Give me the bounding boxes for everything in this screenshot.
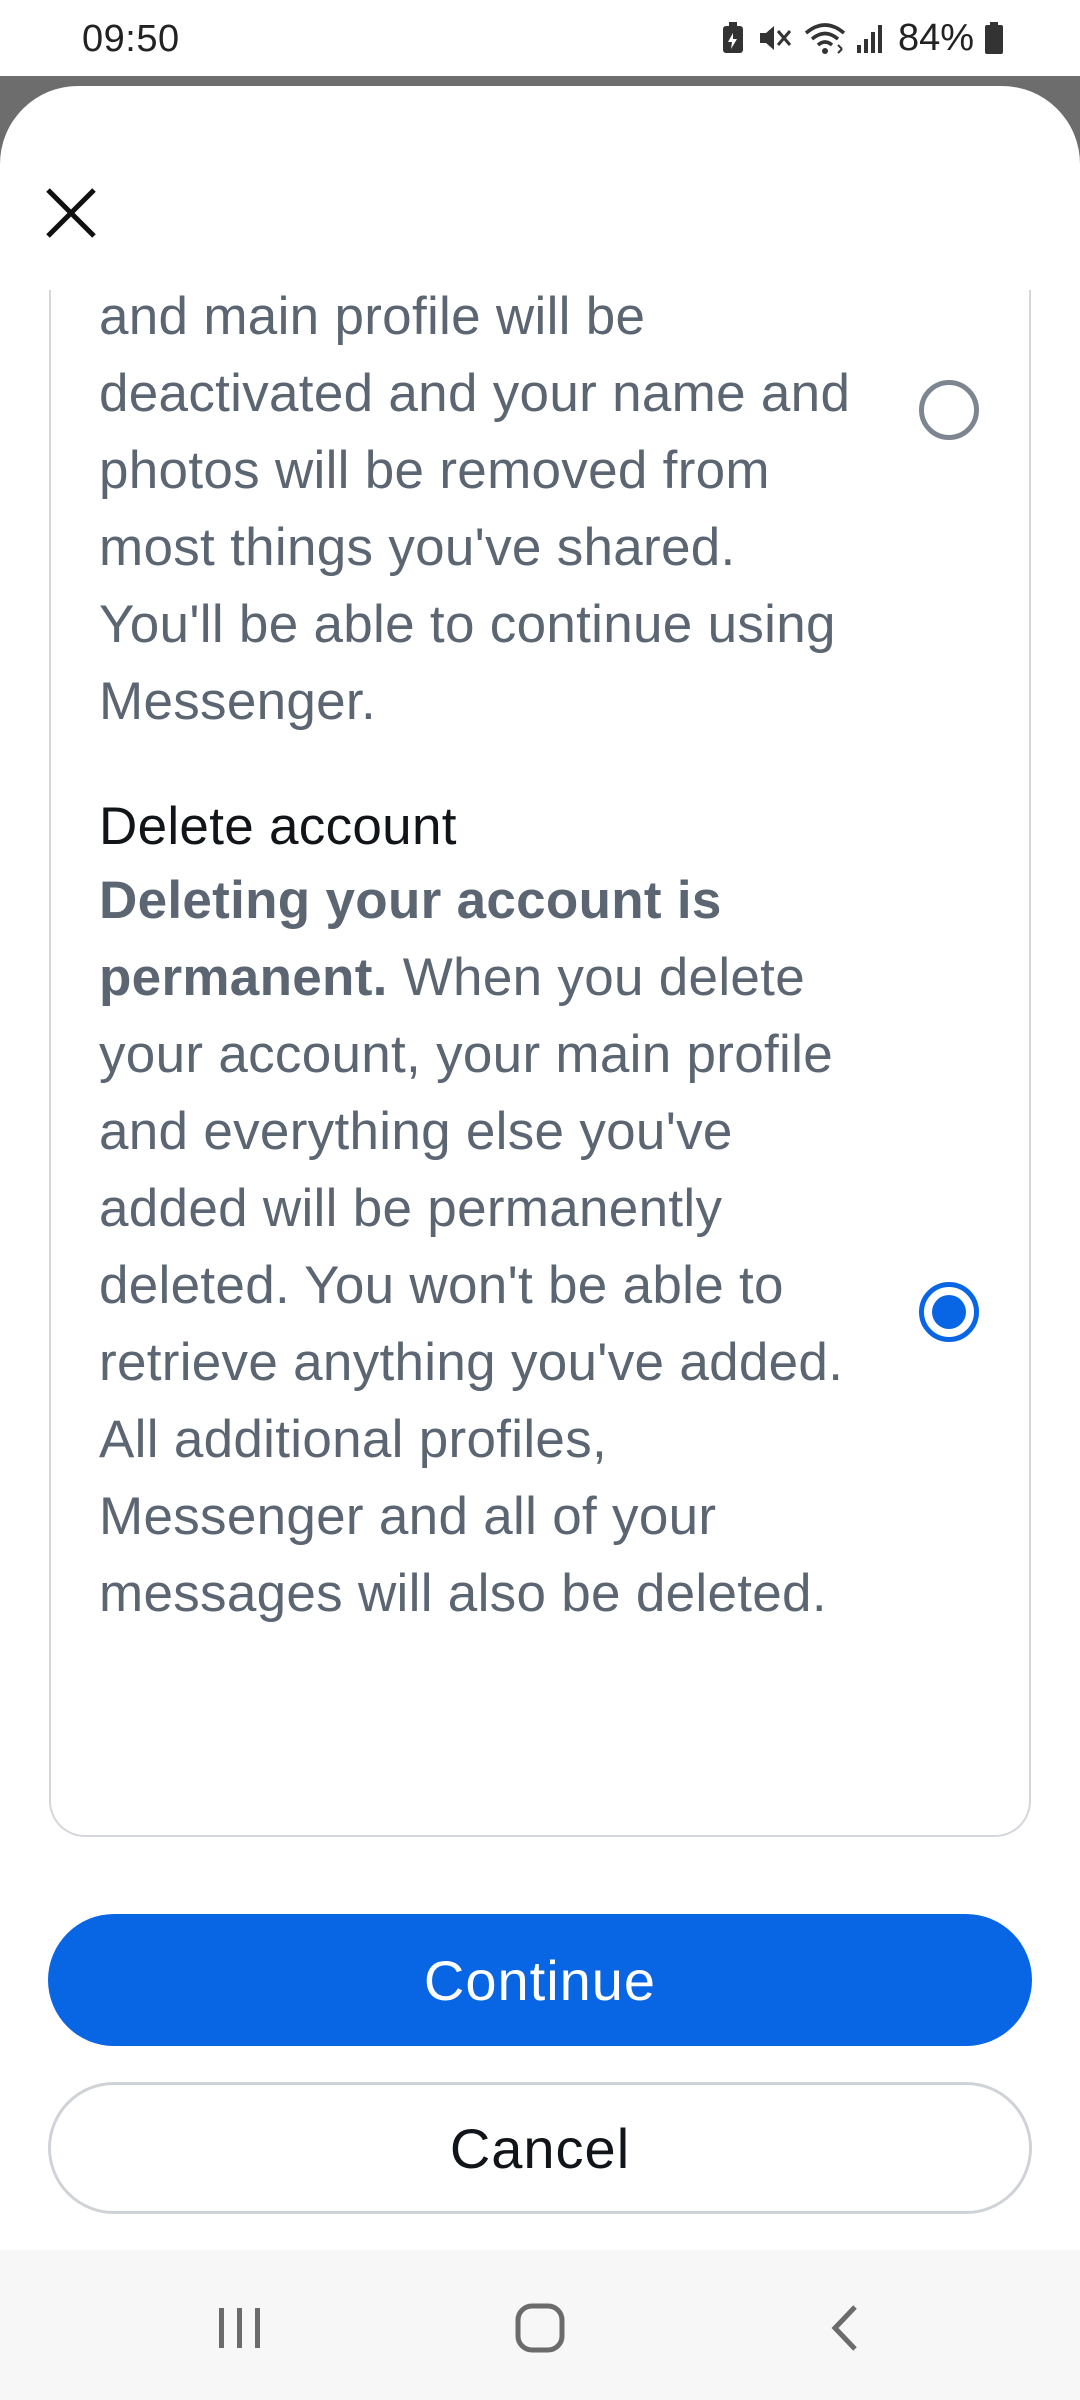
close-button[interactable]	[36, 180, 106, 250]
battery-saver-icon	[720, 21, 746, 55]
wifi-icon	[804, 21, 846, 55]
navigation-bar	[0, 2250, 1080, 2400]
delete-account-title: Delete account	[99, 797, 457, 856]
status-bar: 09:50 84%	[0, 0, 1080, 76]
deactivate-option[interactable]: and main profile will be deactivated and…	[99, 290, 919, 740]
battery-percentage: 84%	[897, 16, 974, 59]
delete-account-option[interactable]: Delete account Deleting your account is …	[99, 792, 919, 1632]
delete-account-details: When you delete your account, your main …	[99, 948, 844, 1623]
screen: 09:50 84% and main profile will be deact…	[0, 0, 1080, 2400]
back-button[interactable]	[784, 2290, 904, 2370]
home-icon	[514, 2302, 566, 2359]
mute-icon	[756, 21, 794, 55]
delete-account-description: Deleting your account is permanent. When…	[99, 862, 859, 1632]
recent-apps-icon	[215, 2305, 265, 2356]
options-card: and main profile will be deactivated and…	[49, 290, 1031, 1837]
recent-apps-button[interactable]	[180, 2290, 300, 2370]
options-scroll-region[interactable]: and main profile will be deactivated and…	[0, 290, 1080, 1914]
deactivate-option-description: and main profile will be deactivated and…	[99, 290, 851, 731]
battery-icon	[984, 21, 1004, 55]
close-icon	[44, 186, 98, 245]
bottom-sheet: and main profile will be deactivated and…	[0, 86, 1080, 2250]
deactivate-radio[interactable]	[919, 380, 979, 440]
status-icons: 84%	[720, 16, 1004, 60]
signal-icon	[856, 21, 884, 55]
status-time: 09:50	[82, 18, 180, 60]
cancel-button[interactable]: Cancel	[48, 2082, 1032, 2214]
back-icon	[827, 2303, 861, 2358]
continue-button[interactable]: Continue	[48, 1914, 1032, 2046]
delete-account-radio[interactable]	[919, 1282, 979, 1342]
home-button[interactable]	[480, 2290, 600, 2370]
